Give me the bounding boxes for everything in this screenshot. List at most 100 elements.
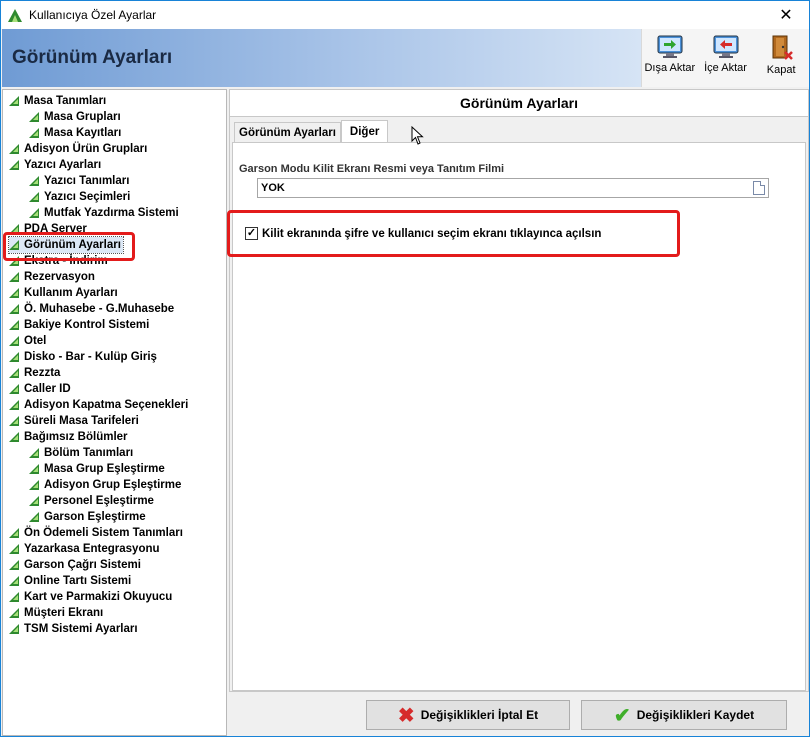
checkbox-highlight <box>227 210 680 257</box>
tree-item[interactable]: Süreli Masa Tarifeleri <box>9 413 139 429</box>
tree-item[interactable]: Otel <box>9 333 46 349</box>
tree-item[interactable]: Rezervasyon <box>9 269 95 285</box>
tree-item-label: Süreli Masa Tarifeleri <box>24 415 139 427</box>
tree-item-label: Mutfak Yazdırma Sistemi <box>44 207 179 219</box>
tree-item-label: Disko - Bar - Kulüp Giriş <box>24 351 157 363</box>
tab-other[interactable]: Diğer <box>340 120 389 142</box>
tree-node-icon <box>29 512 39 522</box>
tree-item[interactable]: Adisyon Kapatma Seçenekleri <box>9 397 188 413</box>
tree-node-icon <box>29 176 39 186</box>
tree-item[interactable]: Personel Eşleştirme <box>29 493 154 509</box>
tree-item[interactable]: Masa Kayıtları <box>29 125 121 141</box>
cancel-changes-button[interactable]: ✖ Değişiklikleri İptal Et <box>366 700 570 730</box>
content-panel: Görünüm Ayarları Görünüm Ayarları Diğer … <box>229 89 809 692</box>
title-bar: Kullanıcıya Özel Ayarlar ✕ <box>1 1 809 29</box>
tree-item[interactable]: Kullanım Ayarları <box>9 285 118 301</box>
tree-item[interactable]: Garson Çağrı Sistemi <box>9 557 141 573</box>
app-window: Kullanıcıya Özel Ayarlar ✕ Görünüm Ayarl… <box>0 0 810 737</box>
tree-item[interactable]: Adisyon Grup Eşleştirme <box>29 477 181 493</box>
content-title: Görünüm Ayarları <box>230 90 808 117</box>
tree-node-icon <box>9 560 19 570</box>
tree-item-label: Bağımsız Bölümler <box>24 431 128 443</box>
save-changes-button[interactable]: ✔ Değişiklikleri Kaydet <box>581 700 787 730</box>
import-button[interactable]: İçe Aktar <box>698 29 754 87</box>
close-icon: ✕ <box>779 7 793 24</box>
lock-screen-media-value: YOK <box>261 182 285 194</box>
tree-item[interactable]: TSM Sistemi Ayarları <box>9 621 138 637</box>
export-label: Dışa Aktar <box>644 62 696 74</box>
tree-node-icon <box>9 336 19 346</box>
file-browse-icon[interactable] <box>753 181 765 195</box>
tree-item-label: Caller ID <box>24 383 71 395</box>
tree-item[interactable]: Bölüm Tanımları <box>29 445 133 461</box>
tree-item[interactable]: Kart ve Parmakizi Okuyucu <box>9 589 172 605</box>
tree-item-label: Bölüm Tanımları <box>44 447 134 459</box>
tree-item-label: Bakiye Kontrol Sistemi <box>24 319 150 331</box>
tree-node-icon <box>9 416 19 426</box>
tree-node-icon <box>9 96 19 106</box>
tab-other-label: Diğer <box>349 125 380 138</box>
tree-item[interactable]: Disko - Bar - Kulüp Giriş <box>9 349 157 365</box>
tree-item-label: Masa Grup Eşleştirme <box>44 463 165 475</box>
tree-node-icon <box>29 192 39 202</box>
tree-item[interactable]: Ön Ödemeli Sistem Tanımları <box>9 525 183 541</box>
tree-item[interactable]: Bağımsız Bölümler <box>9 429 128 445</box>
tree-item-label: Adisyon Kapatma Seçenekleri <box>24 399 189 411</box>
tree-item[interactable]: Masa Tanımları <box>9 93 106 109</box>
tree-item[interactable]: Yazıcı Seçimleri <box>29 189 130 205</box>
window-close-button[interactable]: ✕ <box>763 1 809 29</box>
toolbar: Dışa Aktar İçe Aktar Kapat <box>641 29 809 87</box>
tree-item-label: Otel <box>24 335 47 347</box>
close-app-button[interactable]: Kapat <box>753 29 809 87</box>
tree-item[interactable]: Adisyon Ürün Grupları <box>9 141 147 157</box>
tree-node-icon <box>9 320 19 330</box>
tree-item-label: Kullanım Ayarları <box>24 287 118 299</box>
tab-appearance-label: Görünüm Ayarları <box>239 126 336 139</box>
tree-item-label: Rezervasyon <box>24 271 95 283</box>
tree-item[interactable]: Garson Eşleştirme <box>29 509 146 525</box>
tree-node-icon <box>9 400 19 410</box>
tree-node-icon <box>9 624 19 634</box>
tree-node-icon <box>9 304 19 314</box>
tree-node-icon <box>29 480 39 490</box>
window-title: Kullanıcıya Özel Ayarlar <box>29 8 157 22</box>
tree-item[interactable]: Yazıcı Tanımları <box>29 173 129 189</box>
tree-item-label: Masa Grupları <box>44 111 121 123</box>
red-x-icon: ✖ <box>397 704 415 727</box>
tree-item-label: Yazarkasa Entegrasyonu <box>24 543 160 555</box>
tree-node-icon <box>9 528 19 538</box>
tree-item[interactable]: Masa Grupları <box>29 109 121 125</box>
tree-item[interactable]: Caller ID <box>9 381 71 397</box>
tree-node-icon <box>9 544 19 554</box>
tree-item[interactable]: Rezzta <box>9 365 60 381</box>
tree-item-label: Yazıcı Tanımları <box>44 175 130 187</box>
group-label: Garson Modu Kilit Ekranı Resmi veya Tanı… <box>239 163 505 175</box>
tree-node-icon <box>9 144 19 154</box>
page-title: Görünüm Ayarları <box>12 47 173 68</box>
tree-item[interactable]: Ö. Muhasebe - G.Muhasebe <box>9 301 174 317</box>
tree-item[interactable]: Yazıcı Ayarları <box>9 157 101 173</box>
tree-item[interactable]: Bakiye Kontrol Sistemi <box>9 317 149 333</box>
tree-item[interactable]: Online Tartı Sistemi <box>9 573 131 589</box>
tree-item-label: Ö. Muhasebe - G.Muhasebe <box>24 303 175 315</box>
lock-screen-media-field[interactable]: YOK <box>257 178 769 198</box>
export-button[interactable]: Dışa Aktar <box>642 29 698 87</box>
export-icon <box>657 35 683 58</box>
save-changes-label: Değişiklikleri Kaydet <box>636 708 755 722</box>
tree-item-label: Yazıcı Ayarları <box>24 159 102 171</box>
tree-item-label: Garson Eşleştirme <box>44 511 146 523</box>
tree-node-icon <box>29 464 39 474</box>
tree-node-icon <box>29 128 39 138</box>
tree-item[interactable]: Mutfak Yazdırma Sistemi <box>29 205 179 221</box>
tree-item[interactable]: Masa Grup Eşleştirme <box>29 461 165 477</box>
tab-appearance[interactable]: Görünüm Ayarları <box>234 122 341 142</box>
tree-item-label: TSM Sistemi Ayarları <box>24 623 138 635</box>
tree-item-label: Adisyon Grup Eşleştirme <box>44 479 182 491</box>
tree-node-icon <box>29 448 39 458</box>
app-icon <box>8 9 22 22</box>
door-exit-icon <box>772 35 794 60</box>
tree-node-icon <box>9 160 19 170</box>
tree-item[interactable]: Yazarkasa Entegrasyonu <box>9 541 160 557</box>
tree-item[interactable]: Müşteri Ekranı <box>9 605 103 621</box>
tree-item-label: Garson Çağrı Sistemi <box>24 559 141 571</box>
